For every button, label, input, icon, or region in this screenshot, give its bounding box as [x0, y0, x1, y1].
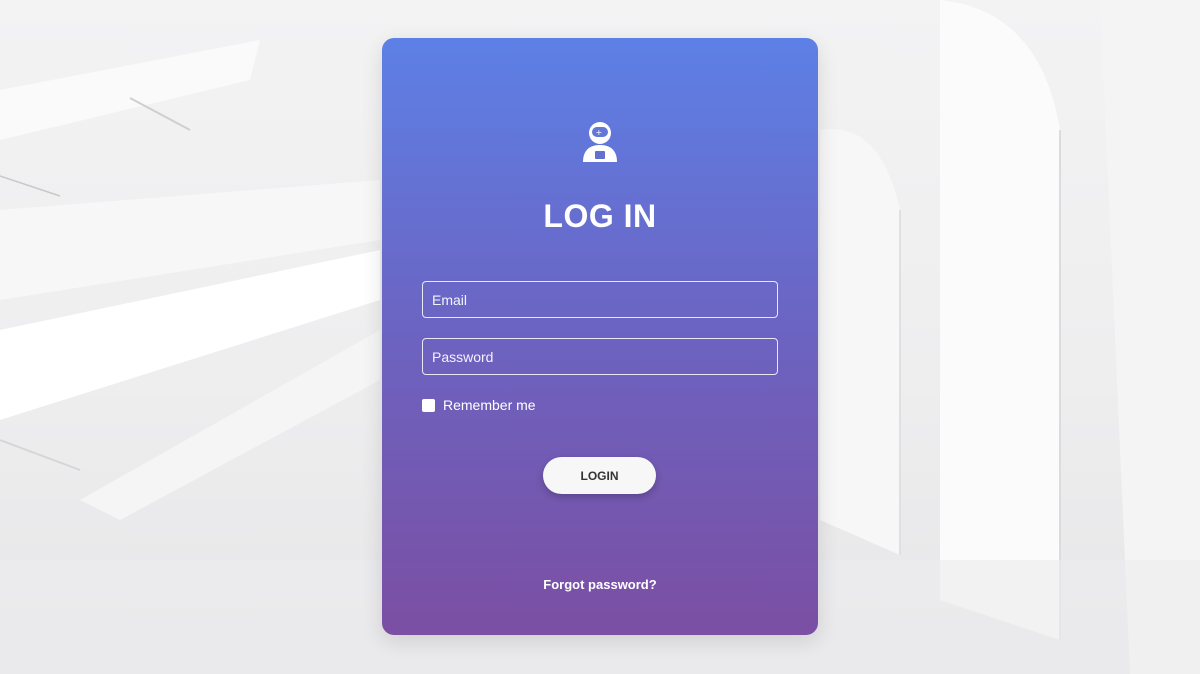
remember-me-checkbox[interactable]: [422, 398, 435, 412]
login-button[interactable]: LOGIN: [543, 457, 656, 494]
login-card: + LOG IN Remember me LOGIN Forgot passwo…: [382, 38, 818, 635]
forgot-password-link[interactable]: Forgot password?: [382, 577, 818, 592]
astronaut-icon: +: [583, 122, 617, 162]
email-field[interactable]: [422, 281, 778, 318]
remember-me-row[interactable]: Remember me: [422, 397, 536, 413]
svg-text:+: +: [596, 128, 603, 137]
password-field[interactable]: [422, 338, 778, 375]
page-title: LOG IN: [543, 198, 657, 234]
remember-me-label: Remember me: [443, 397, 536, 413]
